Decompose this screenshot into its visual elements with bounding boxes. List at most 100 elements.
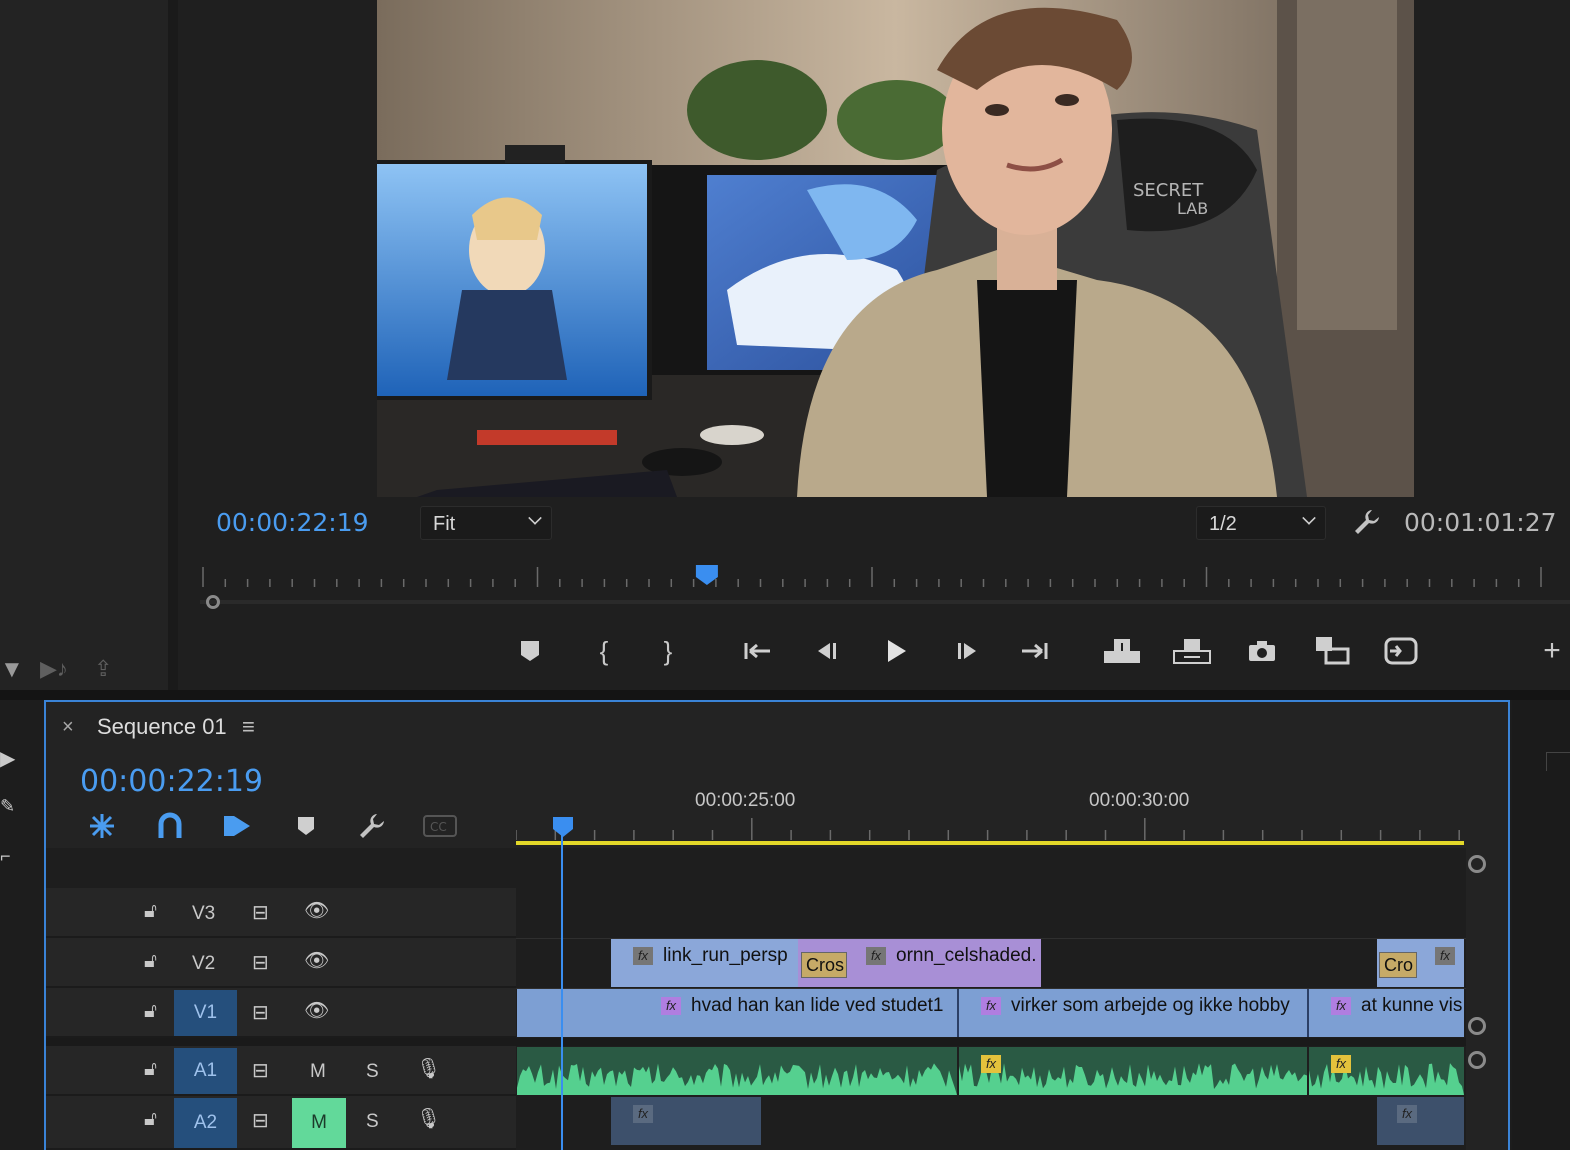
sequence-tab-title[interactable]: Sequence 01 bbox=[97, 714, 227, 740]
mute-button-a1[interactable]: M bbox=[310, 1061, 326, 1083]
clip-v1-3[interactable]: fx at kunne vis bbox=[1309, 989, 1464, 1037]
sync-lock-icon[interactable]: ⊟ bbox=[252, 950, 269, 975]
wrench-icon[interactable] bbox=[1352, 507, 1382, 544]
monitor-zoom-scrollbar[interactable] bbox=[200, 592, 1570, 612]
nest-sequence-button[interactable] bbox=[82, 810, 122, 842]
mute-button-a2[interactable]: M bbox=[292, 1098, 346, 1148]
marker-icon bbox=[298, 817, 314, 835]
go-to-out-icon bbox=[1022, 643, 1048, 659]
audio-clip-a2-1[interactable]: fx bbox=[611, 1097, 761, 1145]
step-forward-icon bbox=[958, 643, 976, 659]
funnel-icon[interactable]: ▼ bbox=[0, 656, 24, 684]
video-scroll-handle[interactable] bbox=[1468, 1017, 1486, 1035]
selection-tool-icon[interactable]: ▶ bbox=[0, 746, 15, 771]
export-icon[interactable]: ⇪ bbox=[94, 656, 112, 682]
linked-selection-icon bbox=[224, 816, 250, 836]
track-name-v3[interactable]: V3 bbox=[192, 903, 215, 925]
solo-button-a1[interactable]: S bbox=[366, 1061, 379, 1083]
track-target-a1[interactable]: A1 bbox=[174, 1048, 237, 1094]
lock-icon[interactable]: 🔓︎ bbox=[144, 950, 157, 973]
audio-clip-a1-3[interactable]: fx bbox=[1309, 1047, 1464, 1095]
add-marker-button[interactable] bbox=[508, 625, 552, 677]
pen-tool-icon[interactable]: ✎ bbox=[0, 796, 15, 817]
sync-lock-icon[interactable]: ⊟ bbox=[252, 900, 269, 925]
panel-menu-icon[interactable]: ≡ bbox=[242, 714, 255, 740]
lock-icon[interactable]: 🔓︎ bbox=[144, 1000, 157, 1023]
playhead-handle[interactable] bbox=[551, 815, 575, 844]
lock-icon[interactable]: 🔓︎ bbox=[144, 900, 157, 923]
clip-v2-link-run[interactable]: fx link_run_persp bbox=[611, 939, 798, 987]
clip-v1-2[interactable]: fx virker som arbejde og ikke hobby bbox=[959, 989, 1309, 1037]
cross-dissolve-transition[interactable]: Cros bbox=[801, 952, 847, 978]
audio-clip-a2-2[interactable]: fx bbox=[1377, 1097, 1464, 1145]
audio-clip-a1-2[interactable]: fx bbox=[959, 1047, 1307, 1095]
panel-gap bbox=[0, 690, 1570, 700]
go-to-in-icon bbox=[744, 643, 770, 659]
timeline-settings-button[interactable] bbox=[352, 810, 392, 842]
cross-dissolve-transition[interactable]: Cro bbox=[1379, 952, 1417, 978]
zoom-select[interactable]: Fit bbox=[420, 506, 552, 540]
insert-button[interactable] bbox=[1310, 625, 1354, 677]
go-to-in-button[interactable] bbox=[736, 625, 780, 677]
timeline-timecode[interactable]: 00:00:22:19 bbox=[80, 764, 263, 799]
add-button[interactable]: + bbox=[1530, 625, 1570, 677]
vertical-scroll-handle[interactable] bbox=[1468, 855, 1486, 873]
close-icon[interactable]: × bbox=[62, 716, 74, 739]
eye-icon[interactable]: 👁︎ bbox=[304, 948, 329, 973]
step-back-button[interactable] bbox=[804, 625, 848, 677]
microphone-icon[interactable]: 🎙︎ bbox=[416, 1106, 441, 1131]
audio-clip-a1-1[interactable] bbox=[517, 1047, 957, 1095]
audio-scroll-handle[interactable] bbox=[1468, 1051, 1486, 1069]
lift-button[interactable] bbox=[1100, 625, 1144, 677]
step-forward-button[interactable] bbox=[946, 625, 990, 677]
chair-logo-line2: LAB bbox=[1177, 199, 1208, 218]
lock-icon[interactable]: 🔓︎ bbox=[144, 1108, 157, 1131]
solo-button-a2[interactable]: S bbox=[366, 1111, 379, 1133]
fx-badge: fx bbox=[1397, 1105, 1417, 1123]
extract-button[interactable] bbox=[1170, 625, 1214, 677]
eye-icon[interactable]: 👁︎ bbox=[304, 898, 329, 923]
eye-icon[interactable]: 👁︎ bbox=[304, 998, 329, 1023]
captions-button[interactable]: CC bbox=[420, 810, 460, 842]
panel-divider[interactable] bbox=[168, 0, 178, 690]
microphone-icon[interactable]: 🎙︎ bbox=[416, 1056, 441, 1081]
video-audio-divider[interactable] bbox=[46, 1038, 1466, 1046]
monitor-time-ruler[interactable] bbox=[200, 565, 1570, 591]
snap-button[interactable] bbox=[150, 810, 190, 842]
play-button[interactable] bbox=[874, 625, 918, 677]
audio-forward-icon[interactable]: ▶♪ bbox=[40, 656, 68, 682]
wrench-icon bbox=[360, 814, 384, 838]
track-target-v1[interactable]: V1 bbox=[174, 990, 237, 1036]
captions-icon: CC bbox=[423, 815, 457, 837]
track-header-v2: 🔓︎ V2 ⊟ 👁︎ bbox=[46, 938, 516, 988]
track-name-v2[interactable]: V2 bbox=[192, 953, 215, 975]
resolution-select[interactable]: 1/2 bbox=[1196, 506, 1326, 540]
tools-panel: ▶ ✎ ⌐ bbox=[0, 700, 44, 1150]
mark-out-button[interactable]: } bbox=[646, 625, 690, 677]
track-target-a2[interactable]: A2 bbox=[174, 1098, 237, 1148]
playhead-timecode[interactable]: 00:00:22:19 bbox=[216, 508, 369, 537]
rectangle-tool-icon[interactable]: ⌐ bbox=[0, 846, 11, 867]
linked-selection-button[interactable] bbox=[216, 810, 256, 842]
sync-lock-icon[interactable]: ⊟ bbox=[252, 1108, 269, 1133]
clip-name: hvad han kan lide ved studet1 bbox=[691, 995, 944, 1016]
duration-timecode: 00:01:01:27 bbox=[1404, 508, 1557, 537]
track-header-v1: 🔓︎ V1 ⊟ 👁︎ bbox=[46, 988, 516, 1038]
add-marker-button-timeline[interactable] bbox=[286, 810, 326, 842]
go-to-out-button[interactable] bbox=[1012, 625, 1056, 677]
chevron-down-icon bbox=[528, 511, 542, 525]
magnet-icon bbox=[158, 812, 182, 838]
sync-lock-icon[interactable]: ⊟ bbox=[252, 1000, 269, 1025]
overwrite-button[interactable] bbox=[1380, 625, 1424, 677]
export-frame-button[interactable] bbox=[1240, 625, 1284, 677]
mark-in-button[interactable]: { bbox=[582, 625, 626, 677]
fx-badge: fx bbox=[661, 996, 681, 1015]
timeline-ruler[interactable] bbox=[515, 812, 1466, 848]
scroll-handle[interactable] bbox=[206, 595, 220, 609]
sync-lock-icon[interactable]: ⊟ bbox=[252, 1058, 269, 1083]
lock-icon[interactable]: 🔓︎ bbox=[144, 1058, 157, 1081]
playhead-line[interactable] bbox=[561, 828, 563, 1150]
track-header-v3: 🔓︎ V3 ⊟ 👁︎ bbox=[46, 888, 516, 938]
clip-v1-1[interactable]: fx hvad han kan lide ved studet1 bbox=[517, 989, 959, 1037]
mark-out-icon: } bbox=[663, 635, 673, 666]
